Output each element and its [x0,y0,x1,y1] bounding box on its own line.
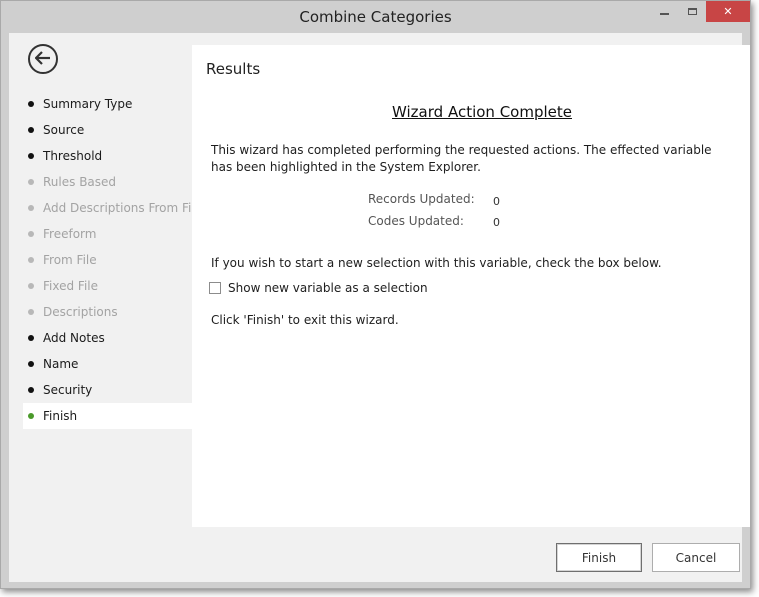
step-security[interactable]: Security [23,377,192,403]
step-rules-based: Rules Based [23,169,192,195]
step-threshold[interactable]: Threshold [23,143,192,169]
wizard-steps-sidebar: Summary Type Source Threshold Rules Based Ad… [9,33,202,527]
step-add-notes[interactable]: Add Notes [23,325,192,351]
step-bullet-icon [28,127,34,133]
minimize-icon [659,9,669,15]
window-title: Combine Categories [299,8,452,26]
records-updated-value: 0 [493,195,500,208]
finish-button[interactable]: Finish [556,543,642,572]
step-bullet-icon [28,283,34,289]
step-fixed-file: Fixed File [23,273,192,299]
step-freeform: Freeform [23,221,192,247]
step-label: Add Descriptions From File [43,201,203,215]
results-panel: Results Wizard Action Complete This wiza… [192,45,750,527]
new-selection-instructions: If you wish to start a new selection wit… [211,256,662,270]
step-bullet-icon [28,153,34,159]
close-icon: ✕ [723,5,733,18]
title-bar[interactable]: Combine Categories ✕ [1,1,750,33]
exit-instructions: Click 'Finish' to exit this wizard. [211,313,399,327]
step-bullet-icon [28,413,34,419]
step-descriptions: Descriptions [23,299,192,325]
step-label: Security [43,383,93,397]
show-selection-label[interactable]: Show new variable as a selection [228,281,428,295]
show-selection-checkbox[interactable] [209,282,221,294]
step-label: Source [43,123,85,137]
section-title: Results [206,60,261,78]
codes-updated-value: 0 [493,216,500,229]
step-bullet-icon [28,205,34,211]
cancel-button[interactable]: Cancel [652,543,740,572]
maximize-button[interactable] [679,1,705,22]
step-add-descriptions-from-file: Add Descriptions From File [23,195,202,221]
step-name[interactable]: Name [23,351,192,377]
step-from-file: From File [23,247,192,273]
step-bullet-icon [28,309,34,315]
step-summary-type[interactable]: Summary Type [23,91,192,117]
completion-heading: Wizard Action Complete [392,103,572,121]
step-bullet-icon [28,257,34,263]
step-label: Fixed File [43,279,98,293]
step-label: Finish [43,409,78,423]
back-button[interactable] [28,44,58,74]
step-label: Freeform [43,227,97,241]
show-selection-option[interactable]: Show new variable as a selection [209,281,428,295]
step-label: Rules Based [43,175,117,189]
wizard-window: Combine Categories ✕ Summary Type Source T… [0,0,751,589]
step-label: Name [43,357,79,371]
step-bullet-icon [28,361,34,367]
button-bar: Finish Cancel [9,527,742,582]
step-label: Summary Type [43,97,133,111]
step-bullet-icon [28,101,34,107]
step-bullet-icon [28,179,34,185]
minimize-button[interactable] [651,1,677,22]
step-label: From File [43,253,97,267]
codes-updated-label: Codes Updated: [368,214,464,228]
step-bullet-icon [28,387,34,393]
close-button[interactable]: ✕ [706,1,750,22]
step-label: Descriptions [43,305,118,319]
step-label: Threshold [43,149,103,163]
step-source[interactable]: Source [23,117,192,143]
step-bullet-icon [28,335,34,341]
records-updated-label: Records Updated: [368,192,475,206]
wizard-body: Summary Type Source Threshold Rules Based Ad… [9,33,750,582]
step-finish[interactable]: Finish [23,403,192,429]
step-label: Add Notes [43,331,105,345]
step-list: Summary Type Source Threshold Rules Based Ad… [23,91,202,429]
back-arrow-icon [34,50,51,68]
maximize-icon [687,8,697,15]
step-bullet-icon [28,231,34,237]
completion-description: This wizard has completed performing the… [211,143,712,174]
